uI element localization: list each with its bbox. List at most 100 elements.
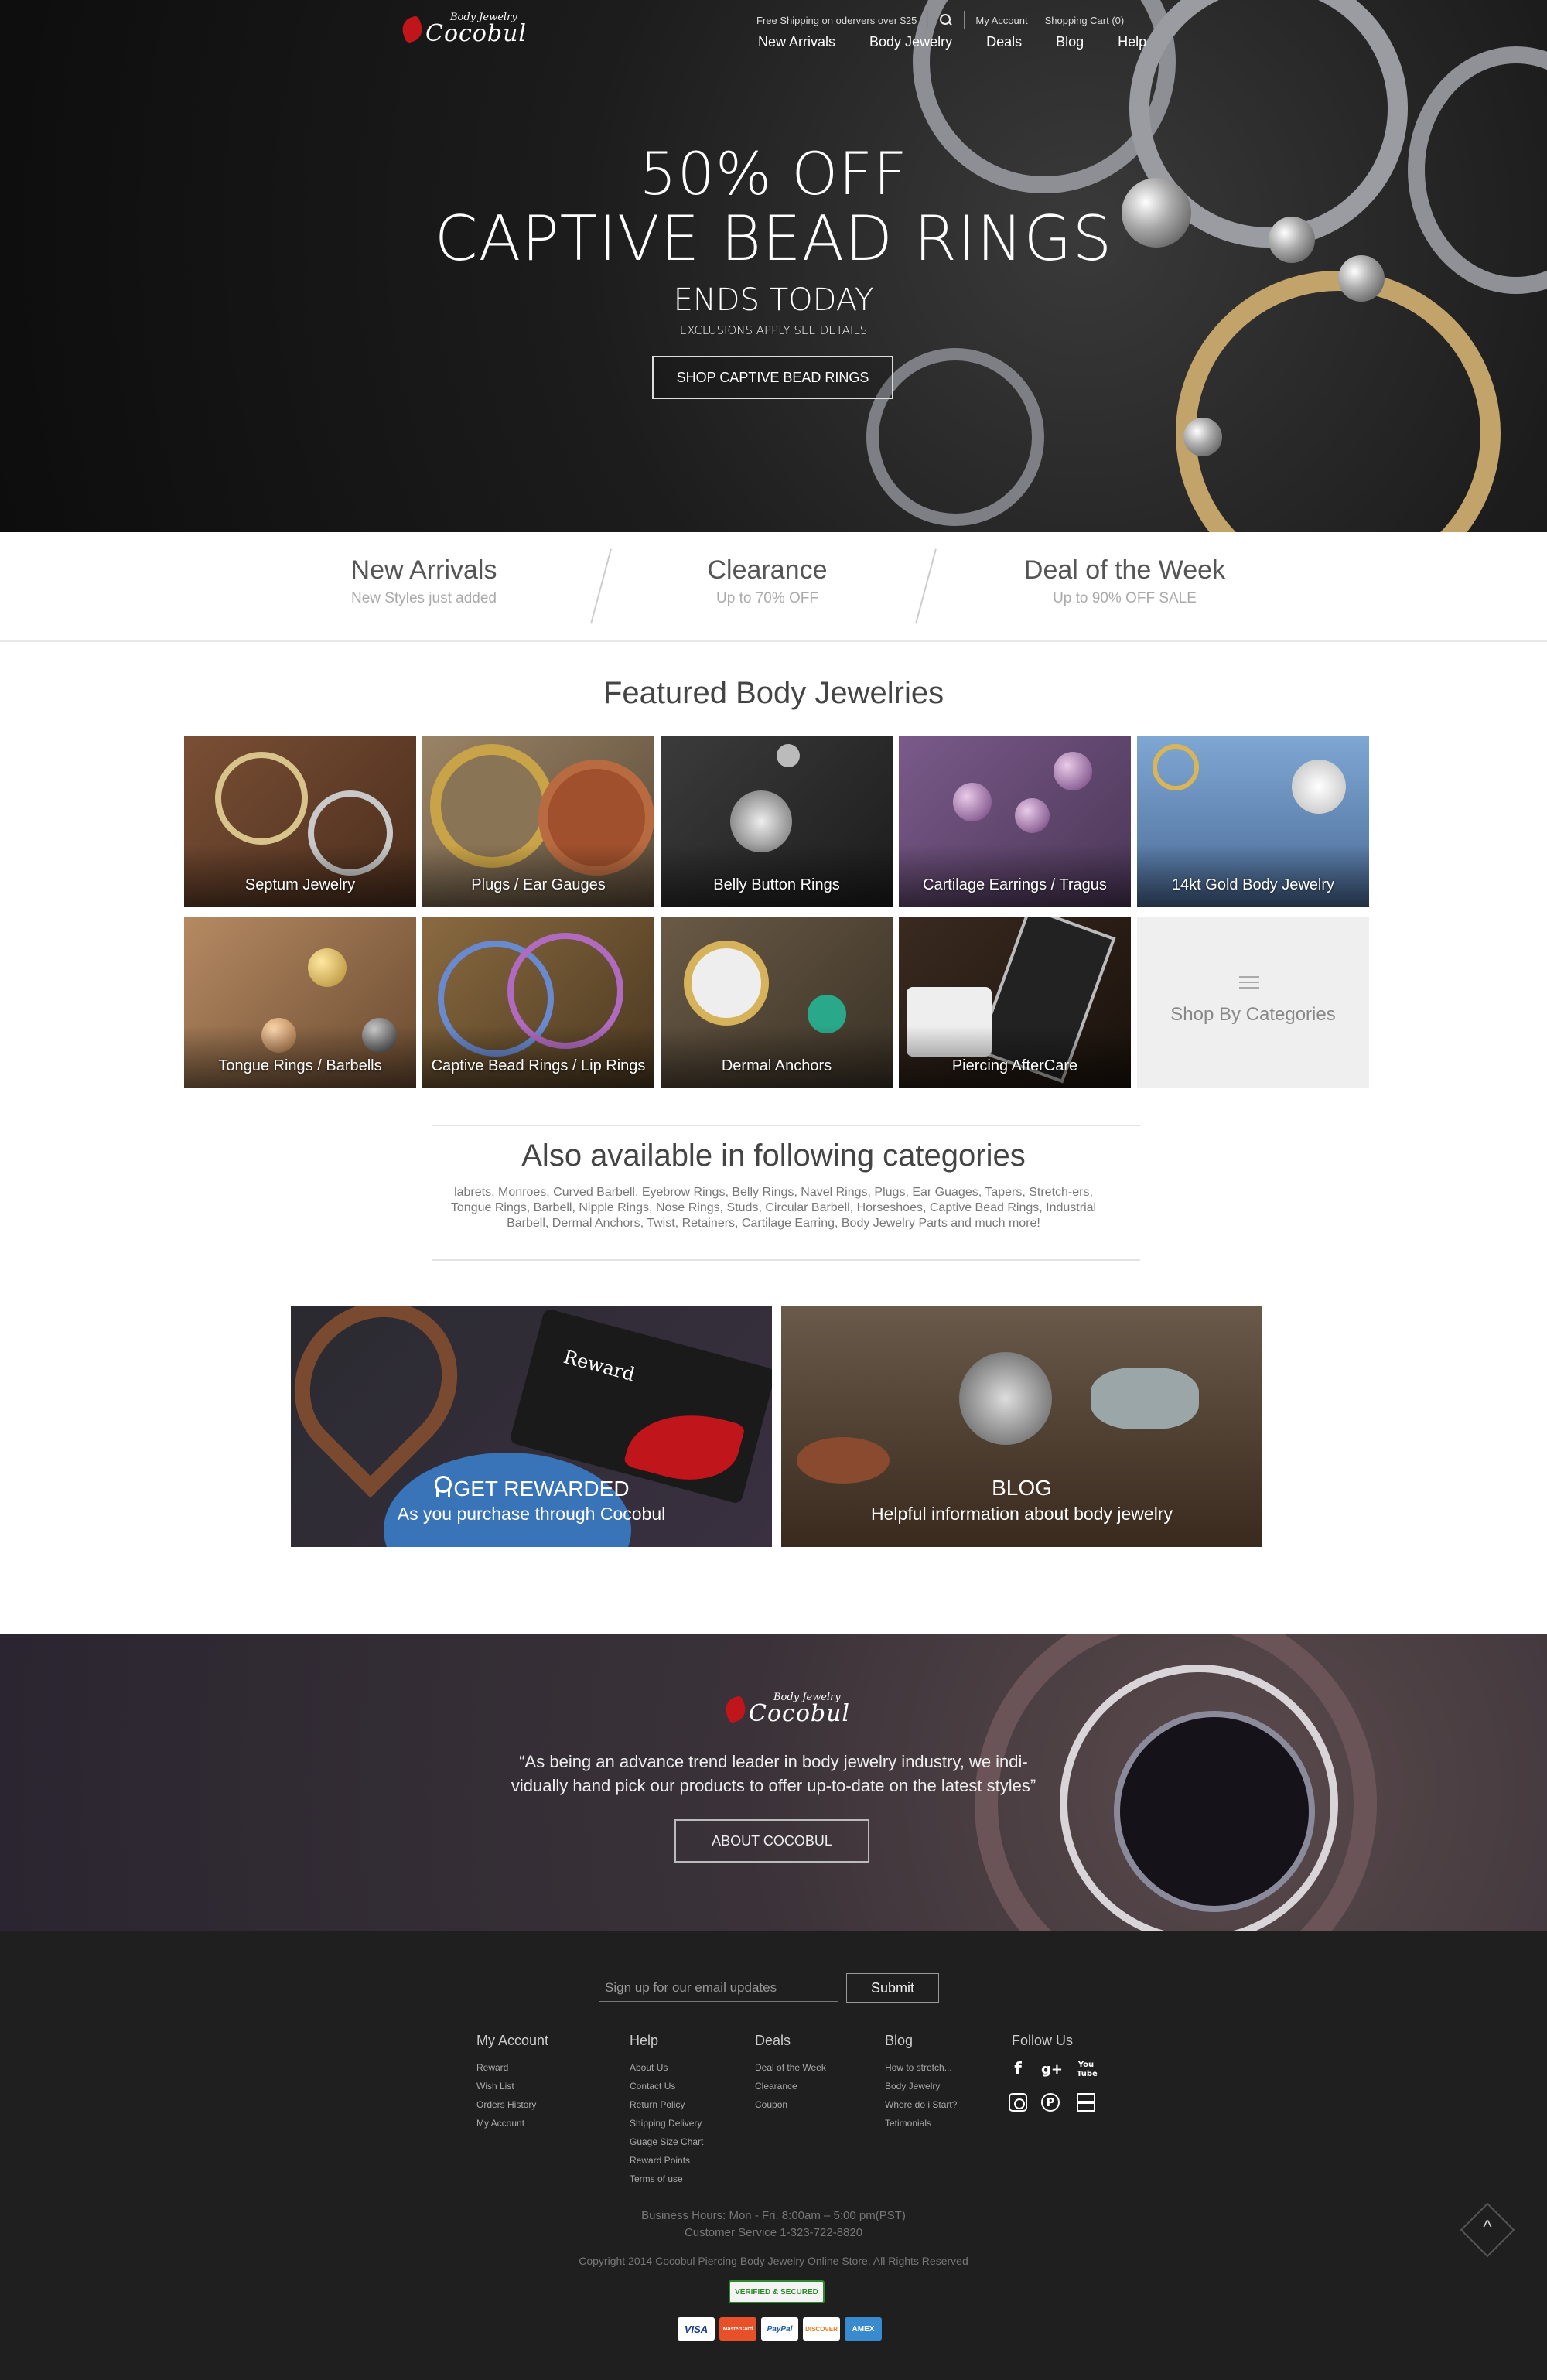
jewelry-image xyxy=(684,941,769,1026)
instagram-icon[interactable] xyxy=(1009,2093,1027,2112)
footer-link-deal-of-the-week[interactable]: Deal of the Week xyxy=(755,2058,826,2077)
site-logo[interactable]: Body Jewelry Cocobul xyxy=(398,12,527,46)
about-cocobul-button[interactable]: ABOUT COCOBUL xyxy=(674,1819,869,1863)
nav-new-arrivals[interactable]: New Arrivals xyxy=(758,34,835,50)
rewards-title: GET REWARDED xyxy=(291,1476,772,1501)
tile-cartilage-earrings[interactable]: Cartilage Earrings / Tragus xyxy=(899,736,1131,907)
footer-column-deals: Deals Deal of the Week Clearance Coupon xyxy=(755,2033,826,2114)
also-available-title: Also available in following categories xyxy=(521,1139,1026,1173)
hero-exclusions-note[interactable]: EXCLUSIONS APPLY SEE DETAILS xyxy=(0,323,1547,337)
rewards-banner[interactable]: Reward GET REWARDED As you purchase thro… xyxy=(291,1306,772,1547)
tile-piercing-aftercare[interactable]: Piercing AfterCare xyxy=(899,917,1131,1088)
footer-link-testimonials[interactable]: Tetimonials xyxy=(885,2114,957,2132)
pinterest-icon[interactable]: P xyxy=(1041,2093,1060,2112)
nav-deals[interactable]: Deals xyxy=(986,34,1022,50)
tile-shade xyxy=(661,845,893,907)
shop-captive-bead-rings-button[interactable]: SHOP CAPTIVE BEAD RINGS xyxy=(652,356,893,399)
tile-label: Piercing AfterCare xyxy=(951,1057,1078,1074)
footer-link-gauge-size-chart[interactable]: Guage Size Chart xyxy=(630,2132,703,2151)
footer-link-return-policy[interactable]: Return Policy xyxy=(630,2095,703,2114)
google-plus-icon[interactable]: g+ xyxy=(1041,2061,1063,2079)
nav-help[interactable]: Help xyxy=(1118,34,1146,50)
logo-bird-icon xyxy=(722,1694,750,1724)
tile-belly-button-rings[interactable]: Belly Button Rings xyxy=(661,736,893,907)
jewelry-image xyxy=(953,783,992,821)
footer-column-heading: Blog xyxy=(885,2033,914,2048)
nav-blog[interactable]: Blog xyxy=(1056,34,1084,50)
social-grid-icon[interactable] xyxy=(1077,2093,1095,2112)
footer-column-heading: Help xyxy=(630,2033,659,2048)
footer-link-how-to-stretch[interactable]: How to stretch... xyxy=(885,2058,957,2077)
jewelry-image xyxy=(1292,760,1346,814)
tile-shade xyxy=(184,1026,416,1088)
tile-label: Captive Bead Rings / Lip Rings xyxy=(431,1057,646,1074)
divider xyxy=(432,1259,1140,1261)
jewelry-image xyxy=(1153,744,1199,790)
promo-new-arrivals[interactable]: New Arrivals New Styles just added xyxy=(261,555,586,607)
footer-column-heading: Deals xyxy=(755,2033,791,2048)
promo-clearance[interactable]: Clearance Up to 70% OFF xyxy=(605,555,930,607)
free-shipping-note: Free Shipping on odervers over $25 xyxy=(756,14,917,26)
featured-section-title: Featured Body Jewelries xyxy=(603,676,944,710)
email-signup-input[interactable] xyxy=(599,1974,838,2002)
jewelry-image xyxy=(777,744,800,767)
tile-shade xyxy=(899,845,1131,907)
tile-shade xyxy=(1137,845,1369,907)
promo-subtitle: New Styles just added xyxy=(351,590,497,606)
customer-service-phone: Customer Service 1-323-722-8820 xyxy=(684,2226,863,2239)
ring-decoration xyxy=(1114,1711,1315,1912)
footer-link-shipping-delivery[interactable]: Shipping Delivery xyxy=(630,2114,703,2132)
about-logo: Body Jewelry Cocobul xyxy=(722,1692,850,1726)
footer-column-blog: Blog How to stretch... Body Jewelry Wher… xyxy=(885,2033,957,2132)
paypal-icon: PayPal xyxy=(761,2317,798,2341)
stone-image xyxy=(1091,1368,1199,1429)
promo-deal-of-the-week[interactable]: Deal of the Week Up to 90% OFF SALE xyxy=(962,555,1287,607)
tile-dermal-anchors[interactable]: Dermal Anchors xyxy=(661,917,893,1088)
tile-shop-by-categories[interactable]: Shop By Categories xyxy=(1137,917,1369,1088)
tile-14kt-gold-body-jewelry[interactable]: 14kt Gold Body Jewelry xyxy=(1137,736,1369,907)
footer-link-reward-points[interactable]: Reward Points xyxy=(630,2151,703,2170)
verified-secured-badge[interactable]: VERIFIED & SECURED xyxy=(729,2280,825,2303)
promo-subtitle: Up to 70% OFF xyxy=(716,590,818,606)
footer-link-wish-list[interactable]: Wish List xyxy=(476,2077,548,2095)
about-quote: “As being an advance trend leader in bod… xyxy=(511,1752,1036,1795)
tile-captive-bead-rings[interactable]: Captive Bead Rings / Lip Rings xyxy=(422,917,654,1088)
footer-link-body-jewelry[interactable]: Body Jewelry xyxy=(885,2077,957,2095)
shopping-cart-link[interactable]: Shopping Cart (0) xyxy=(1045,15,1125,26)
blog-banner[interactable]: BLOG Helpful information about body jewe… xyxy=(781,1306,1262,1547)
footer-link-terms-of-use[interactable]: Terms of use xyxy=(630,2170,703,2188)
footer-column-my-account: My Account Reward Wish List Orders Histo… xyxy=(476,2033,548,2132)
tile-plugs-ear-gauges[interactable]: Plugs / Ear Gauges xyxy=(422,736,654,907)
footer-link-clearance[interactable]: Clearance xyxy=(755,2077,826,2095)
tile-septum-jewelry[interactable]: Septum Jewelry xyxy=(184,736,416,907)
hero-headline: CAPTIVE BEAD RINGS xyxy=(434,203,1113,275)
search-icon[interactable] xyxy=(939,13,953,27)
my-account-link[interactable]: My Account xyxy=(975,15,1027,26)
tile-shade xyxy=(184,845,416,907)
tile-label: Tongue Rings / Barbells xyxy=(218,1057,382,1074)
promo-title: Clearance xyxy=(707,555,828,585)
reward-card-label: Reward xyxy=(561,1345,637,1386)
divider xyxy=(432,1125,1140,1126)
hero-bead-decoration xyxy=(1183,418,1222,456)
footer-link-coupon[interactable]: Coupon xyxy=(755,2095,826,2114)
also-available-list: labrets, Monroes, Curved Barbell, Eyebro… xyxy=(450,1186,1097,1230)
footer-link-where-do-i-start[interactable]: Where do i Start? xyxy=(885,2095,957,2114)
footer-link-orders-history[interactable]: Orders History xyxy=(476,2095,548,2114)
youtube-icon[interactable]: You Tube xyxy=(1077,2061,1098,2079)
rewards-subtitle: As you purchase through Cocobul xyxy=(397,1504,666,1524)
footer-column-heading: Follow Us xyxy=(1012,2033,1074,2048)
jewelry-image xyxy=(730,790,792,852)
footer-link-contact-us[interactable]: Contact Us xyxy=(630,2077,703,2095)
footer-link-about-us[interactable]: About Us xyxy=(630,2058,703,2077)
jewelry-image xyxy=(959,1352,1052,1445)
footer-link-reward[interactable]: Reward xyxy=(476,2058,548,2077)
tile-tongue-rings-barbells[interactable]: Tongue Rings / Barbells xyxy=(184,917,416,1088)
nav-body-jewelry[interactable]: Body Jewelry xyxy=(869,34,952,50)
utility-bar: Free Shipping on odervers over $25 My Ac… xyxy=(756,11,1124,29)
email-submit-button[interactable]: Submit xyxy=(846,1973,939,2003)
main-navigation: New Arrivals Body Jewelry Deals Blog Hel… xyxy=(758,34,1180,50)
footer-link-my-account[interactable]: My Account xyxy=(476,2114,548,2132)
facebook-icon[interactable]: f xyxy=(1009,2061,1027,2079)
jewelry-image xyxy=(1015,798,1050,833)
